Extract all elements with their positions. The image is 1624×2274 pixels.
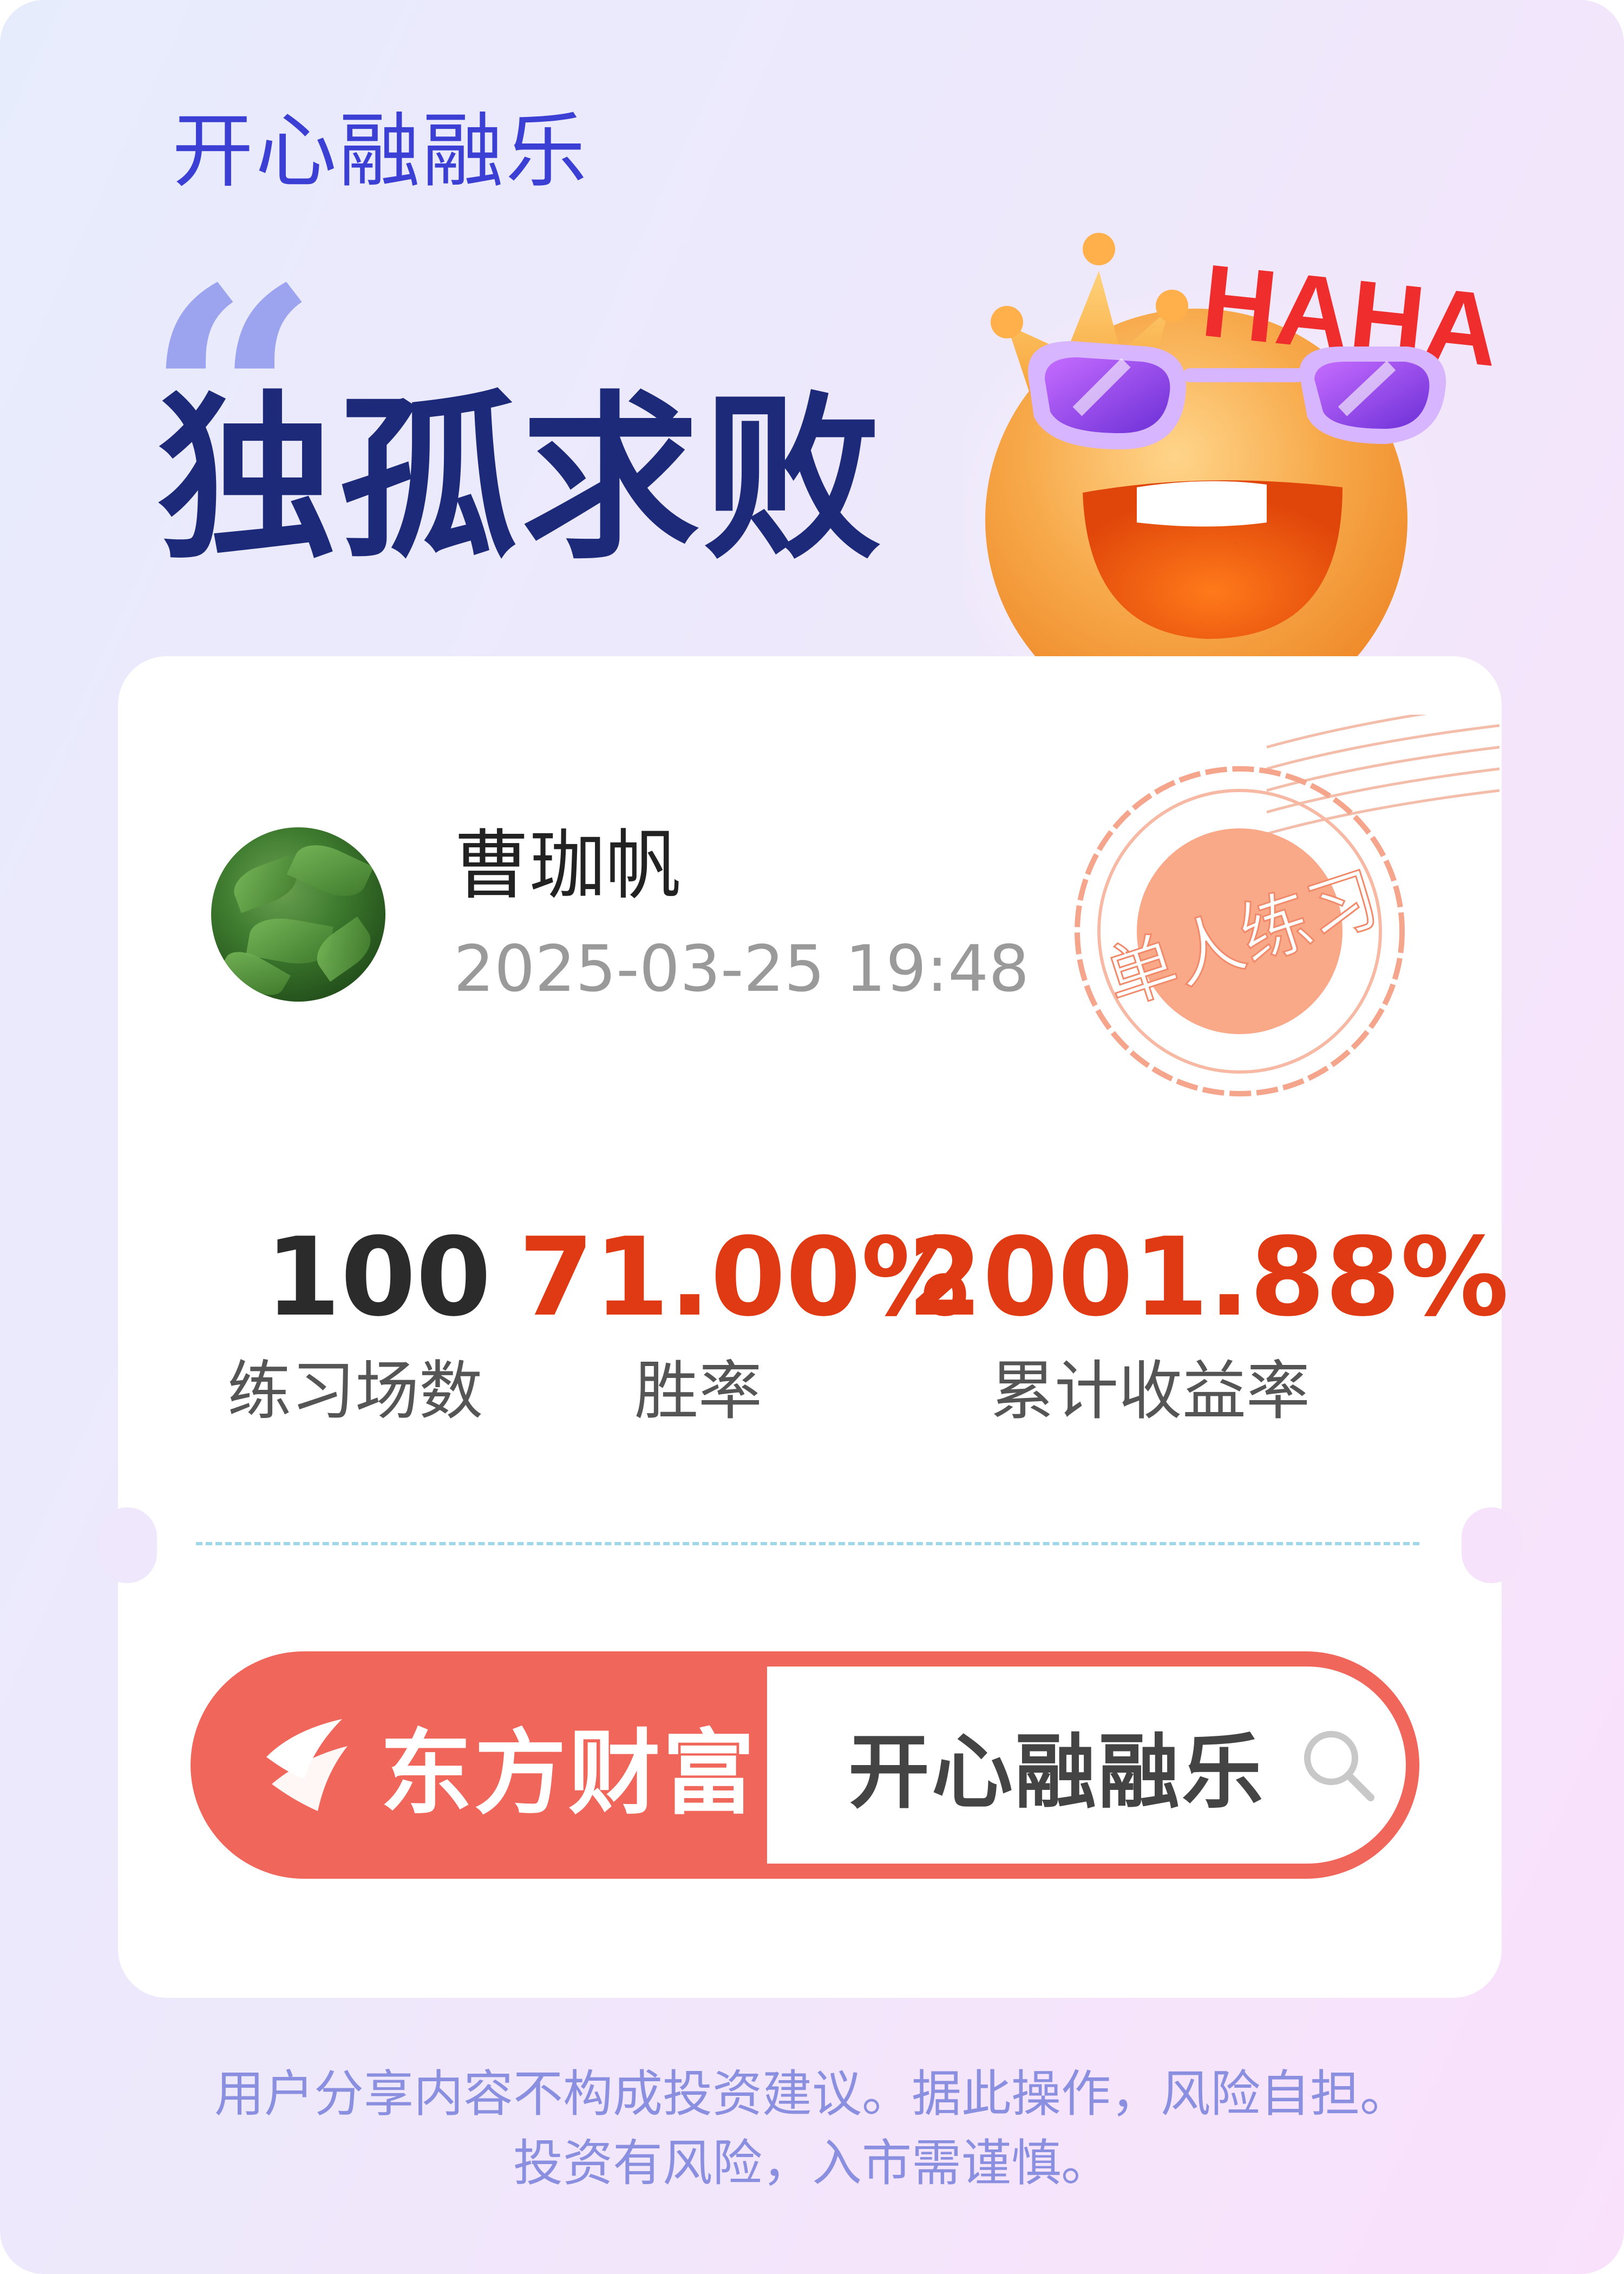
- ticket-notch-right: [1462, 1507, 1521, 1583]
- brand-name: 东方财富: [380, 1720, 757, 1827]
- disclaimer-line-2: 投资有风险，入市需谨慎。: [513, 2134, 1111, 2192]
- search-text: 开心融融乐: [848, 1725, 1266, 1820]
- search-box[interactable]: 开心融融乐: [767, 1667, 1406, 1864]
- search-icon: [1304, 1731, 1375, 1801]
- share-card-page: 开心融融乐 “ 独孤求败 HAHA 单人练习 曹珈帆 2025-03-25 19…: [0, 0, 1624, 2274]
- dashed-divider: [196, 1542, 1419, 1545]
- stat-practice-count-value: 100: [265, 1214, 492, 1341]
- app-name: 开心融融乐: [172, 104, 590, 199]
- user-datetime: 2025-03-25 19:48: [454, 931, 1030, 1006]
- avatar[interactable]: [211, 827, 385, 1002]
- user-name: 曹珈帆: [454, 822, 682, 910]
- stat-cumulative-return-value: 2001.88%: [907, 1214, 1509, 1341]
- ticket-notch-left: [97, 1507, 157, 1583]
- stat-practice-count-label: 练习场数: [227, 1354, 483, 1428]
- stat-win-rate-value: 71.00%: [519, 1214, 970, 1341]
- single-practice-stamp: 单人练习: [1075, 715, 1500, 1096]
- brand-search-bar[interactable]: 东方财富 开心融融乐: [191, 1651, 1419, 1879]
- disclaimer-line-1: 用户分享内容不构成投资建议。据此操作，风险自担。: [214, 2065, 1410, 2123]
- stat-cumulative-return-label: 累计收益率: [991, 1354, 1311, 1428]
- headline-title: 独孤求败: [157, 375, 885, 583]
- eastmoney-logo-icon: [266, 1719, 348, 1811]
- stat-win-rate-label: 胜率: [634, 1354, 763, 1428]
